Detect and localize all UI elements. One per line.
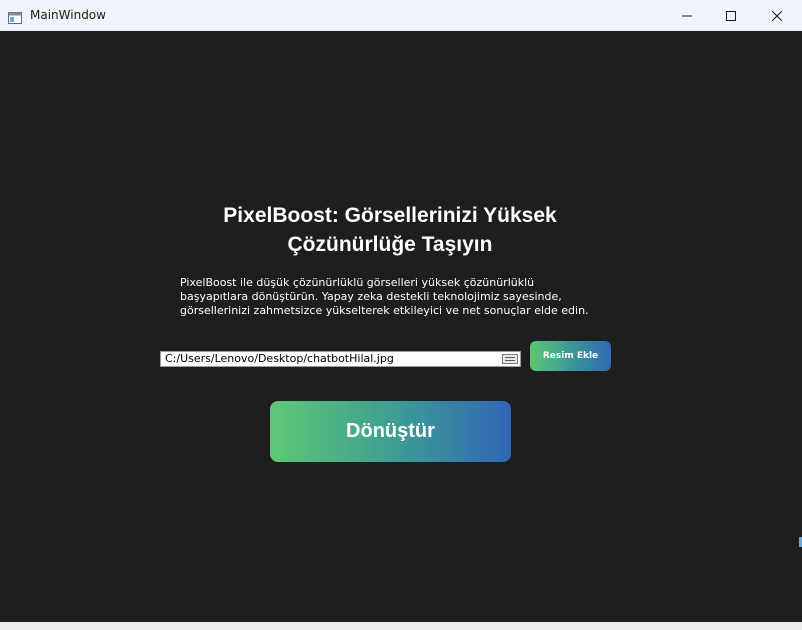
main-window: MainWindow PixelBoost: Görsellerinizi Yü… [0,0,802,630]
description-text: PixelBoost ile düşük çözünürlüklü görsel… [180,276,589,317]
field-handle-icon[interactable] [502,354,518,364]
file-path-field[interactable]: C:/Users/Lenovo/Desktop/chatbotHilal.jpg [160,351,521,367]
file-path-value: C:/Users/Lenovo/Desktop/chatbotHilal.jpg [165,352,394,365]
main-content: PixelBoost: Görsellerinizi Yüksek Çözünü… [0,31,802,622]
title-bar[interactable]: MainWindow [0,0,802,31]
maximize-icon [726,10,736,21]
bottom-border [0,622,802,630]
convert-button[interactable]: Dönüştür [270,401,511,462]
close-button[interactable] [754,0,800,31]
minimize-button[interactable] [664,0,710,31]
close-icon [772,10,782,21]
maximize-button[interactable] [708,0,754,31]
page-title: PixelBoost: Görsellerinizi Yüksek Çözünü… [223,204,557,256]
add-image-button[interactable]: Resim Ekle [530,341,611,371]
minimize-icon [682,11,692,21]
app-window-icon [8,9,22,24]
window-title: MainWindow [30,8,106,22]
